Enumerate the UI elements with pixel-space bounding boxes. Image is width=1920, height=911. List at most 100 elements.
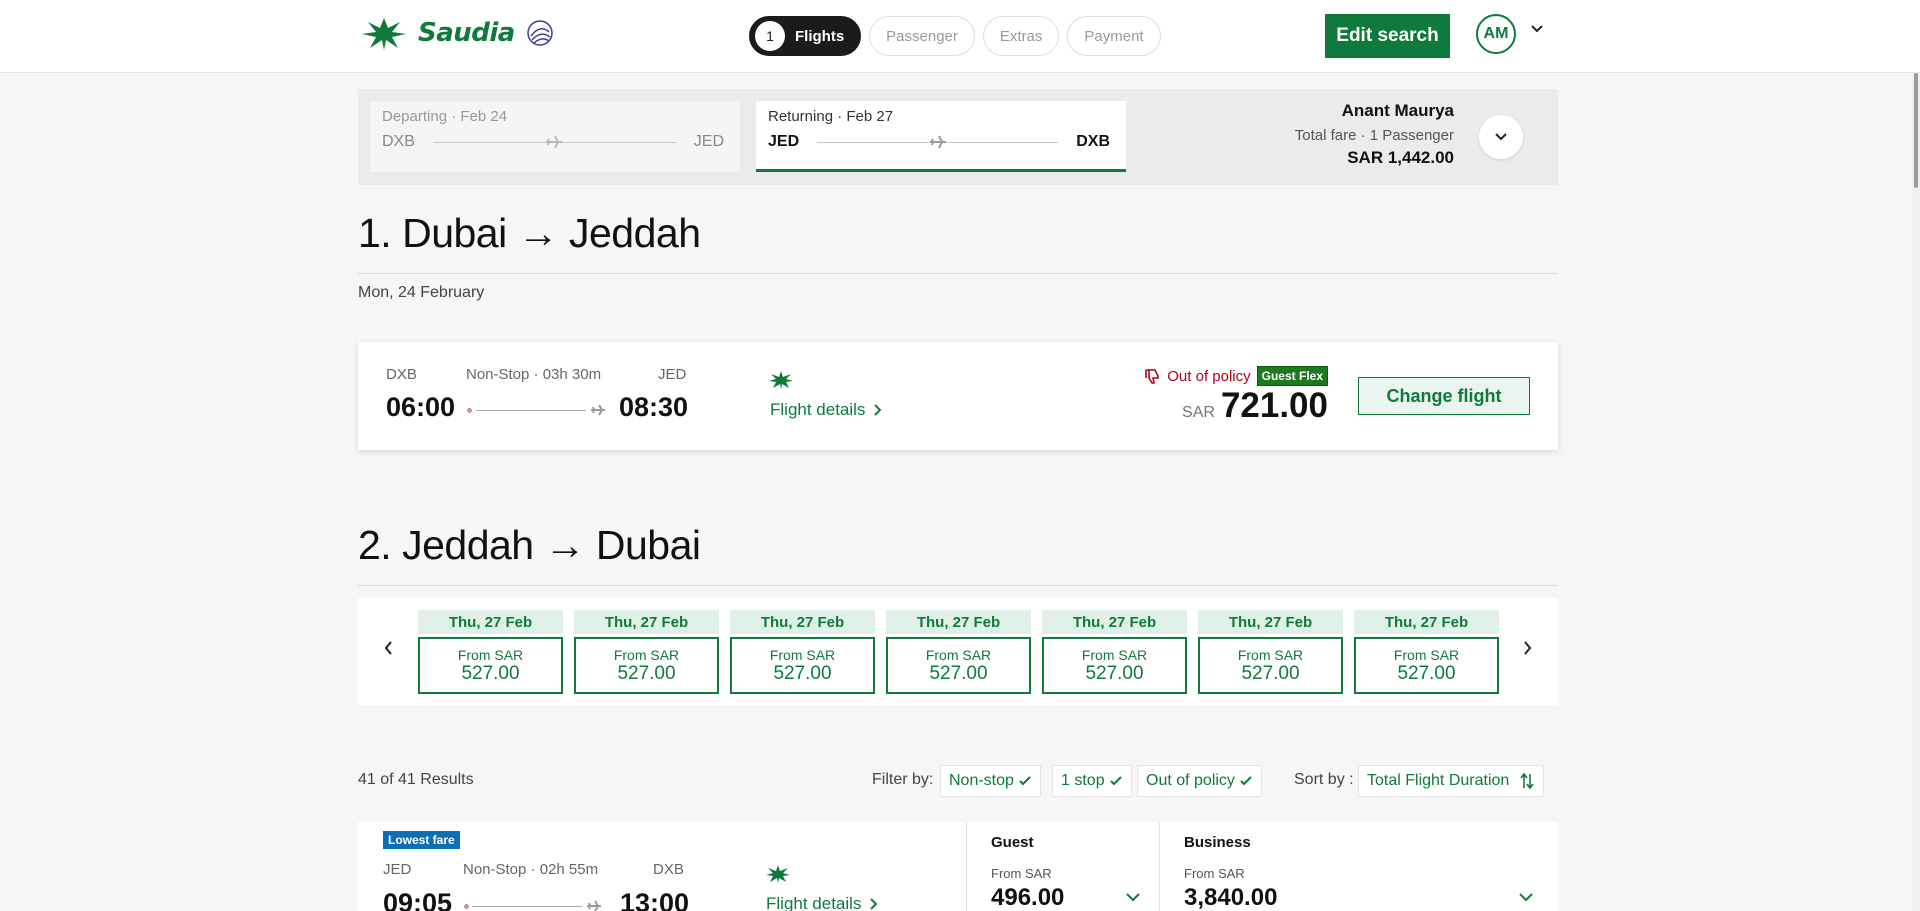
chevron-left-icon	[384, 641, 392, 655]
avatar[interactable]: AM	[1476, 14, 1516, 54]
departing-label: Departing · Feb 24	[382, 108, 508, 125]
from-label: From SAR	[925, 646, 992, 663]
step-passenger[interactable]: Passenger	[869, 16, 975, 56]
chevron-down-icon	[1126, 893, 1140, 902]
origin-dot	[464, 904, 469, 909]
chevron-right-icon	[874, 404, 882, 416]
saudia-logo[interactable]: Saudia	[358, 14, 557, 52]
from-label: From SAR	[769, 646, 836, 663]
divider	[358, 585, 1558, 586]
policy-text: Out of policy	[1167, 367, 1251, 385]
airline-logo-icon	[766, 865, 790, 883]
filter-chip-one-stop[interactable]: 1 stop	[1052, 765, 1132, 797]
filter-chip-non-stop[interactable]: Non-stop	[940, 765, 1041, 797]
plane-icon	[587, 900, 601, 911]
date-tile[interactable]: Thu, 27 Feb From SAR 527.00	[574, 610, 719, 694]
expand-summary-button[interactable]	[1479, 115, 1523, 159]
route-line	[472, 906, 582, 907]
top-header: Saudia 1 Flights Passenger Extras Paymen…	[0, 0, 1920, 73]
chevron-down-icon[interactable]	[1530, 24, 1544, 34]
step-label: Payment	[1084, 27, 1144, 45]
lowest-fare-badge: Lowest fare	[383, 831, 460, 849]
flight-result-row: Lowest fare JED Non-Stop · 02h 55m DXB 0…	[358, 822, 1558, 911]
fare-option-guest[interactable]: Guest From SAR 496.00	[966, 822, 1159, 911]
sort-select[interactable]: Total Flight Duration	[1358, 765, 1545, 797]
date-tile[interactable]: Thu, 27 Feb From SAR 527.00	[1198, 610, 1343, 694]
departing-segment[interactable]: Departing · Feb 24 DXB JED	[370, 101, 740, 172]
results-count: 41 of 41 Results	[358, 771, 474, 788]
departure-time: 09:05	[383, 888, 453, 911]
origin-code: JED	[768, 133, 800, 150]
filter-chip-out-of-policy[interactable]: Out of policy	[1137, 765, 1262, 797]
sort-arrows-icon	[1520, 772, 1534, 790]
date-label: Thu, 27 Feb	[1198, 610, 1343, 634]
outbound-title: 1. Dubai → Jeddah	[358, 210, 701, 256]
palm-emblem-icon	[362, 18, 406, 50]
flight-details-link[interactable]: Flight details	[766, 894, 878, 911]
inbound-title: 2. Jeddah → Dubai	[358, 522, 701, 568]
filter-label: Out of policy	[1146, 772, 1235, 789]
edit-search-button[interactable]: Edit search	[1325, 14, 1450, 58]
chevron-right-icon	[870, 898, 878, 910]
date-price: 527.00	[461, 662, 520, 684]
step-flights[interactable]: 1 Flights	[749, 16, 862, 56]
date-label: Thu, 27 Feb	[574, 610, 719, 634]
step-label: Flights	[795, 27, 845, 45]
date-price: 527.00	[1241, 662, 1300, 684]
route-line	[476, 410, 586, 411]
from-label: From SAR	[1237, 646, 1304, 663]
price-amount: 721.00	[1220, 386, 1328, 425]
date-price: 527.00	[929, 662, 988, 684]
from-label: From SAR	[613, 646, 680, 663]
total-fare-amount: SAR 1,442.00	[1347, 148, 1454, 167]
date-price: 527.00	[773, 662, 832, 684]
origin-dot	[467, 408, 472, 413]
date-tile[interactable]: Thu, 27 Feb From SAR 527.00	[1042, 610, 1187, 694]
page-scrollbar[interactable]	[1912, 73, 1920, 911]
check-icon	[1019, 776, 1031, 786]
change-flight-button[interactable]: Change flight	[1358, 377, 1530, 415]
carousel-prev-button[interactable]	[376, 636, 400, 660]
total-fare-label: Total fare · 1 Passenger	[1294, 127, 1454, 144]
check-icon	[1109, 776, 1122, 786]
date-tile[interactable]: Thu, 27 Feb From SAR 527.00	[730, 610, 875, 694]
carousel-next-button[interactable]	[1515, 636, 1539, 660]
fare-from: From SAR	[991, 866, 1052, 881]
thumbs-down-icon	[1145, 369, 1160, 384]
step-payment[interactable]: Payment	[1067, 16, 1161, 56]
sort-label: Sort by :	[1294, 771, 1354, 788]
filter-label: 1 stop	[1061, 772, 1105, 789]
date-price: 527.00	[1397, 662, 1456, 684]
returning-segment[interactable]: Returning · Feb 27 JED DXB	[756, 101, 1126, 172]
flight-details-label: Flight details	[766, 894, 862, 911]
filter-label: Filter by:	[872, 771, 934, 788]
fare-from: From SAR	[1184, 866, 1245, 881]
step-extras[interactable]: Extras	[982, 16, 1060, 56]
flight-details-link[interactable]: Flight details	[770, 400, 882, 420]
date-tile[interactable]: Thu, 27 Feb From SAR 527.00	[886, 610, 1031, 694]
brand-name: Saudia	[418, 18, 515, 48]
date-label: Thu, 27 Feb	[418, 610, 563, 634]
sort-value: Total Flight Duration	[1367, 772, 1510, 789]
origin-code: DXB	[386, 366, 417, 383]
scrollbar-thumb[interactable]	[1914, 73, 1918, 188]
date-tile[interactable]: Thu, 27 Feb From SAR 527.00	[1354, 610, 1499, 694]
date-tile[interactable]: Thu, 27 Feb From SAR 527.00	[418, 610, 563, 694]
destination-code: DXB	[1076, 133, 1110, 150]
plane-icon	[546, 135, 563, 148]
origin-code: DXB	[382, 133, 415, 150]
passenger-summary: Anant Maurya Total fare · 1 Passenger SA…	[1295, 101, 1454, 168]
flight-meta: Non-Stop · 03h 30m	[466, 366, 602, 383]
fare-tag: Guest Flex	[1256, 366, 1328, 386]
destination-code: JED	[693, 133, 724, 150]
fare-amount: 3,840.00	[1184, 884, 1278, 911]
divider	[358, 273, 1558, 274]
fare-option-business[interactable]: Business From SAR 3,840.00	[1159, 822, 1558, 911]
date-label: Thu, 27 Feb	[730, 610, 875, 634]
selected-flight-card: DXB Non-Stop · 03h 30m JED 06:00 08:30 F…	[358, 342, 1558, 450]
passenger-name: Anant Maurya	[1341, 101, 1454, 120]
date-label: Thu, 27 Feb	[1354, 610, 1499, 634]
flight-details-label: Flight details	[770, 400, 866, 419]
date-price: 527.00	[617, 662, 676, 684]
step-label: Passenger	[886, 27, 958, 45]
